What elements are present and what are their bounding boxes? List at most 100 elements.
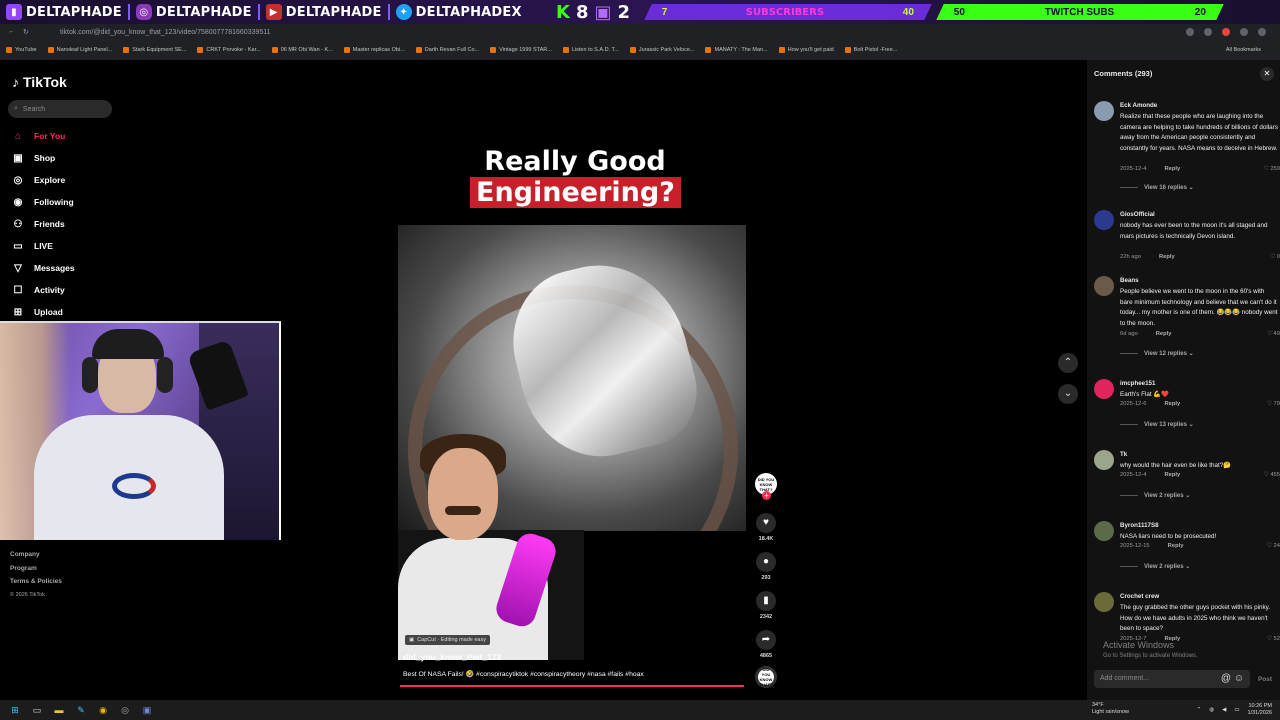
profile-icon[interactable] [1240,28,1248,36]
avatar[interactable] [1094,276,1114,296]
like-action[interactable]: ♥ 18.4K [752,513,780,542]
video-progress-bar[interactable] [400,685,744,687]
tiktok-logo[interactable]: ♪ TikTok [12,74,67,90]
close-comments-button[interactable]: ✕ [1260,67,1274,81]
reply-button[interactable]: Reply [1156,331,1172,337]
search-input[interactable]: ⌕ Search [8,100,112,118]
bookmark-item[interactable]: MANATY : The Man... [705,47,768,53]
view-replies-button[interactable]: View 2 replies ⌄ [1120,492,1190,499]
footer-link-company[interactable]: Company [10,548,62,562]
record-icon[interactable] [1222,28,1230,36]
file-explorer-icon[interactable]: ▬ [52,703,66,717]
all-bookmarks[interactable]: All Bookmarks [1226,47,1261,53]
comment-likes[interactable]: ♡ 79 [1254,401,1280,407]
bookmark-item[interactable]: Nanoleaf Light Panel... [47,47,112,53]
follow-plus-icon[interactable]: + [762,491,771,500]
comment-username[interactable]: GiosOfficial [1120,211,1155,218]
footer-link-program[interactable]: Program [10,562,62,576]
bookmark-item[interactable]: Jurassic Park Veloce... [629,47,694,53]
emoji-icon[interactable]: ☺ [1234,673,1244,684]
save-action[interactable]: ▮ 2342 [752,591,780,620]
comment-username[interactable]: Eck Amonde [1120,102,1157,109]
obs-icon[interactable]: ◎ [118,703,132,717]
extension-icon[interactable] [1186,28,1194,36]
reply-button[interactable]: Reply [1164,401,1180,407]
share-action[interactable]: ➦ 4865 [752,630,780,659]
comment-username[interactable]: imcphee151 [1120,380,1155,387]
menu-icon[interactable] [1258,28,1266,36]
sound-disc[interactable]: DID YOU KNOW THAT? [755,666,777,688]
comment-likes[interactable]: ♡ 49 [1254,331,1280,337]
reload-icon[interactable]: ↻ [23,28,29,36]
add-comment-input[interactable]: Add comment... @ ☺ [1094,670,1250,688]
view-replies-button[interactable]: View 2 replies ⌄ [1120,563,1190,570]
bookmark-item[interactable]: How you'll get paid [778,47,834,53]
avatar[interactable] [1094,450,1114,470]
view-replies-button[interactable]: View 16 replies ⌄ [1120,184,1194,191]
comment-username[interactable]: Byron1117S8 [1120,522,1159,529]
kick-icon: K [556,1,570,23]
discord-icon[interactable]: ▣ [140,703,154,717]
avatar[interactable] [1094,379,1114,399]
tray-chevron-icon[interactable]: ⌃ [1197,707,1202,713]
back-icon[interactable]: ← [8,28,15,36]
comment-username[interactable]: Beans [1120,277,1139,284]
bookmark-item[interactable]: 06 MR Obi Wan - K... [271,47,333,53]
chrome-icon[interactable]: ◉ [96,703,110,717]
weather-widget[interactable]: 34°F Light rain/snow [1092,702,1129,716]
volume-icon[interactable]: ◀ [1222,707,1226,713]
bookmark-item[interactable]: YouTube [6,47,37,53]
battery-icon[interactable]: ▭ [1234,707,1239,713]
nav-for-you[interactable]: ⌂ For You [12,130,65,142]
network-icon[interactable]: ◍ [1209,707,1214,713]
windows-start-icon[interactable]: ⊞ [8,703,22,717]
clock[interactable]: 10:26 PM 1/31/2026 [1248,703,1272,717]
bookmark-item[interactable]: Listen to S.A.D. T... [562,47,619,53]
comment-likes[interactable]: ♡ 52 [1254,636,1280,642]
next-video-button[interactable]: ⌄ [1058,384,1078,404]
comment-action[interactable]: ● 293 [752,552,780,581]
nav-explore[interactable]: ◎ Explore [12,174,66,186]
reply-button[interactable]: Reply [1159,254,1175,260]
bookmark-item[interactable]: Stark Equipment SE... [123,47,186,53]
task-view-icon[interactable]: ▭ [30,703,44,717]
comment-likes[interactable]: ♡ 0 [1254,254,1280,260]
reply-button[interactable]: Reply [1164,166,1180,172]
bookmark-item[interactable]: Bolt Pistol -Free... [844,47,897,53]
nav-friends[interactable]: ⚇ Friends [12,218,65,230]
comment-username[interactable]: Tk [1120,451,1127,458]
bookmark-item[interactable]: Darth Revan Full Co... [415,47,479,53]
view-replies-button[interactable]: View 12 replies ⌄ [1120,350,1194,357]
nav-activity[interactable]: ☐ Activity [12,284,65,296]
bookmark-star-icon[interactable] [1204,28,1212,36]
footer-link-terms[interactable]: Terms & Policies [10,575,62,589]
nav-live[interactable]: ▭ LIVE [12,240,53,252]
comment-likes[interactable]: ♡ 455 [1254,472,1280,478]
comment-likes[interactable]: ♡ 24 [1254,543,1280,549]
nav-upload[interactable]: ⊞ Upload [12,306,63,318]
mention-icon[interactable]: @ [1221,673,1231,684]
capcut-tag[interactable]: ▣ CapCut · Editing made easy [405,635,490,645]
avatar[interactable] [1094,101,1114,121]
avatar[interactable] [1094,210,1114,230]
view-replies-button[interactable]: View 13 replies ⌄ [1120,421,1194,428]
avatar[interactable] [1094,592,1114,612]
video-author[interactable]: did_you_know_that_123 [403,652,501,662]
address-bar[interactable]: tiktok.com/@did_you_know_that_123/video/… [60,29,1186,36]
reply-button[interactable]: Reply [1168,543,1184,549]
pen-app-icon[interactable]: ✎ [74,703,88,717]
bookmark-item[interactable]: Vintage 1999 STAR... [490,47,552,53]
nav-shop[interactable]: ▣ Shop [12,152,55,164]
post-button[interactable]: Post [1258,676,1272,683]
nav-messages[interactable]: ▽ Messages [12,262,75,274]
bookmark-item[interactable]: CRKT Provoke - Kar... [197,47,261,53]
bookmark-item[interactable]: Master replicas Obi... [343,47,405,53]
reply-button[interactable]: Reply [1164,472,1180,478]
streamer-webcam [0,321,281,540]
comment-username[interactable]: Crochet crew [1120,593,1159,600]
previous-video-button[interactable]: ⌃ [1058,353,1078,373]
nav-following[interactable]: ◉ Following [12,196,74,208]
avatar[interactable] [1094,521,1114,541]
comment-likes[interactable]: ♡ 259 [1254,166,1280,172]
bookmark-favicon-icon [778,47,785,53]
